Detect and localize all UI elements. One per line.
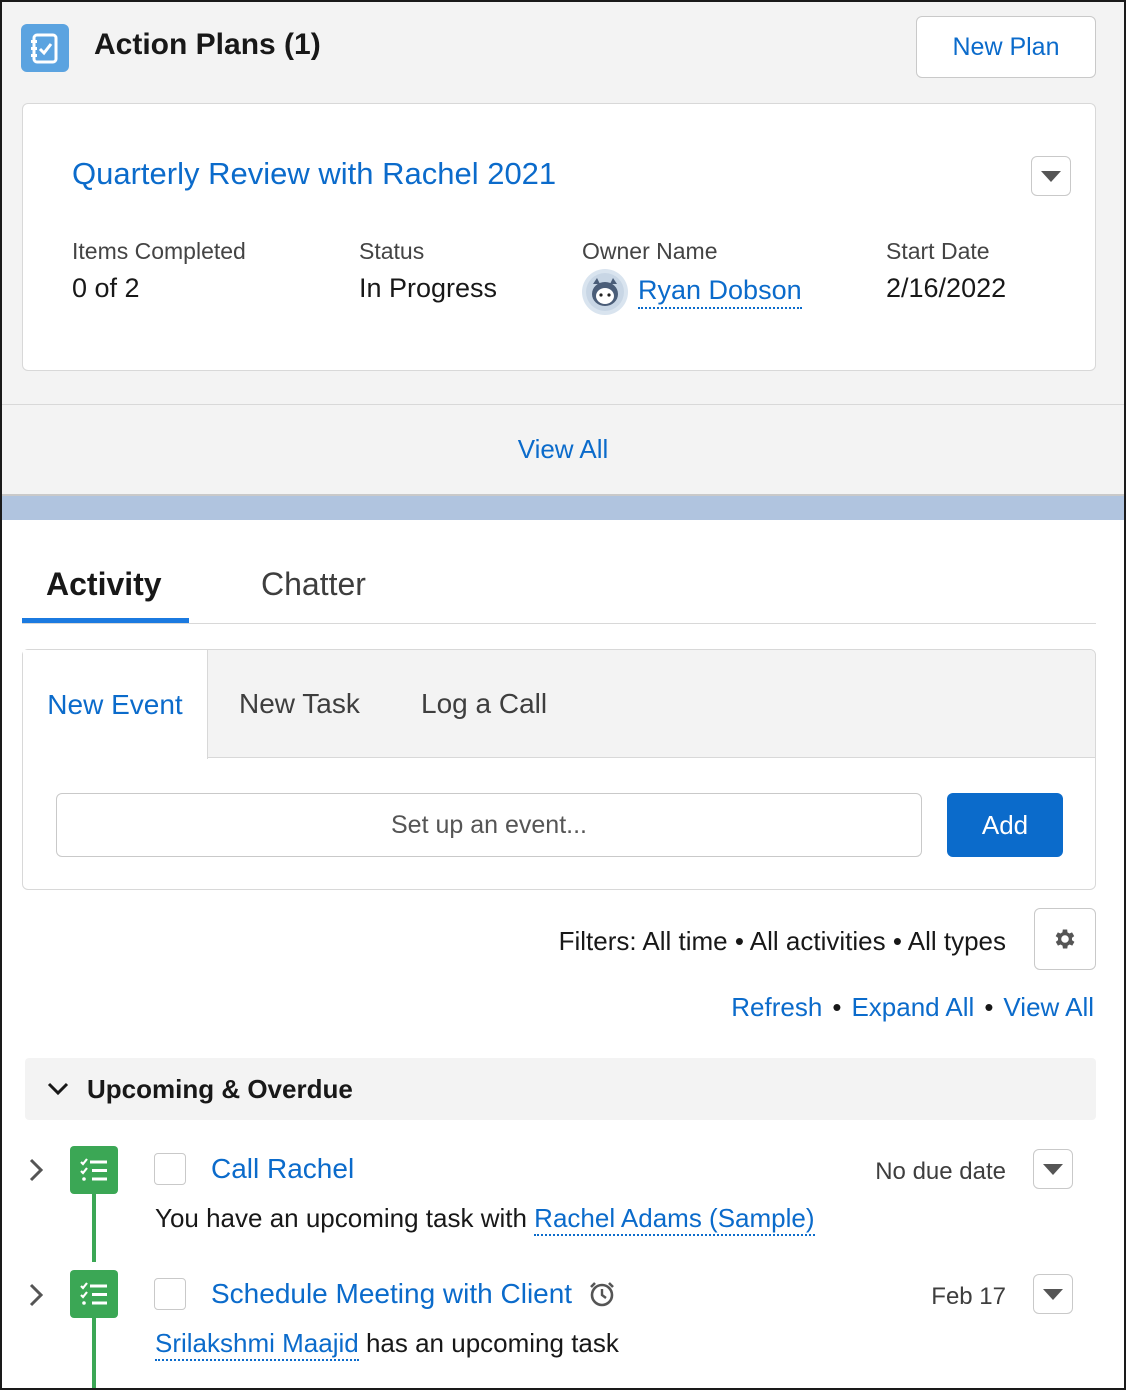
- activity-composer: New Event New Task Log a Call Add: [22, 649, 1096, 890]
- field-items-completed: Items Completed 0 of 2: [72, 238, 246, 304]
- field-value: 0 of 2: [72, 273, 140, 303]
- upcoming-overdue-section-header[interactable]: Upcoming & Overdue: [25, 1058, 1096, 1120]
- field-status: Status In Progress: [359, 238, 497, 304]
- timeline-line: [92, 1318, 96, 1388]
- task-icon: [70, 1270, 118, 1318]
- composer-tabbar: New Event New Task Log a Call: [23, 650, 1095, 759]
- owner-name-link[interactable]: Ryan Dobson: [638, 275, 802, 309]
- alarm-clock-icon: [590, 1282, 615, 1307]
- expand-all-link[interactable]: Expand All: [851, 992, 974, 1022]
- tab-new-task[interactable]: New Task: [239, 650, 360, 758]
- task-complete-checkbox[interactable]: [154, 1153, 186, 1185]
- field-label: Items Completed: [72, 238, 246, 264]
- filters-prefix: Filters:: [558, 926, 637, 956]
- chevron-right-icon[interactable]: [28, 1158, 44, 1182]
- field-label: Start Date: [886, 238, 990, 264]
- task-actions-menu-button[interactable]: [1033, 1274, 1073, 1314]
- add-button[interactable]: Add: [947, 793, 1063, 857]
- bullet-separator: •: [832, 992, 842, 1022]
- activity-action-links: Refresh • Expand All • View All: [731, 992, 1094, 1023]
- task-description-text: You have an upcoming task with: [155, 1203, 535, 1233]
- action-plans-title: Action Plans (1): [94, 28, 321, 61]
- refresh-link[interactable]: Refresh: [731, 992, 822, 1022]
- field-label: Status: [359, 238, 425, 264]
- record-actions-menu-button[interactable]: [1031, 156, 1071, 196]
- task-description-text: has an upcoming task: [358, 1328, 619, 1358]
- section-title: Upcoming & Overdue: [87, 1073, 353, 1104]
- tab-log-a-call[interactable]: Log a Call: [421, 650, 547, 758]
- event-subject-input[interactable]: [56, 793, 922, 857]
- view-all-action-plans-link[interactable]: View All: [2, 404, 1124, 494]
- new-plan-button[interactable]: New Plan: [916, 16, 1096, 78]
- task-due-date: No due date: [875, 1158, 1006, 1185]
- bullet-separator: •: [984, 992, 994, 1022]
- tab-activity[interactable]: Activity: [46, 566, 162, 603]
- task-complete-checkbox[interactable]: [154, 1278, 186, 1310]
- field-start-date: Start Date 2/16/2022: [886, 238, 1006, 304]
- task-description: You have an upcoming task with Rachel Ad…: [155, 1203, 815, 1236]
- filter-time: All time: [642, 926, 728, 956]
- task-title-link[interactable]: Schedule Meeting with Client: [211, 1278, 616, 1310]
- task-description: Srilakshmi Maajid has an upcoming task: [155, 1328, 619, 1361]
- gear-icon: [1055, 929, 1075, 949]
- timeline-line: [92, 1194, 96, 1262]
- active-tab-indicator: [22, 618, 189, 623]
- task-title-text[interactable]: Schedule Meeting with Client: [211, 1278, 572, 1310]
- field-value: In Progress: [359, 273, 498, 303]
- task-icon: [70, 1146, 118, 1194]
- activity-tabset: Activity Chatter: [22, 550, 1096, 624]
- chevron-down-icon: [1043, 1288, 1063, 1300]
- task-title-link[interactable]: Call Rachel: [211, 1153, 354, 1185]
- user-link[interactable]: Srilakshmi Maajid: [155, 1328, 359, 1361]
- action-plan-icon: [21, 24, 69, 72]
- chevron-down-icon: [47, 1082, 69, 1096]
- chevron-down-icon: [1041, 170, 1061, 182]
- action-plan-record-card: Quarterly Review with Rachel 2021 Items …: [22, 103, 1096, 371]
- filter-types: All types: [907, 926, 1006, 956]
- field-label: Owner Name: [582, 238, 718, 264]
- chevron-right-icon[interactable]: [28, 1283, 44, 1307]
- activity-filters: Filters: All time • All activities • All…: [559, 926, 1006, 957]
- filter-settings-button[interactable]: [1034, 908, 1096, 970]
- page-frame: Action Plans (1) New Plan Quarterly Revi…: [0, 0, 1126, 1390]
- action-plans-card: Action Plans (1) New Plan Quarterly Revi…: [2, 2, 1124, 494]
- action-plan-record-link[interactable]: Quarterly Review with Rachel 2021: [72, 156, 556, 192]
- bullet-separator: •: [892, 926, 908, 956]
- filter-activities: All activities: [749, 926, 886, 956]
- tab-chatter[interactable]: Chatter: [261, 566, 366, 603]
- avatar: [582, 269, 628, 315]
- section-divider: [2, 494, 1124, 520]
- field-owner-name: Owner Name Ryan Dobson: [582, 238, 802, 315]
- contact-link[interactable]: Rachel Adams (Sample): [534, 1203, 815, 1236]
- tab-new-event[interactable]: New Event: [23, 650, 208, 759]
- chevron-down-icon: [1043, 1163, 1063, 1175]
- bullet-separator: •: [734, 926, 750, 956]
- task-actions-menu-button[interactable]: [1033, 1149, 1073, 1189]
- field-value: 2/16/2022: [886, 273, 1007, 303]
- task-due-date: Feb 17: [931, 1283, 1006, 1310]
- view-all-activities-link[interactable]: View All: [1003, 992, 1094, 1022]
